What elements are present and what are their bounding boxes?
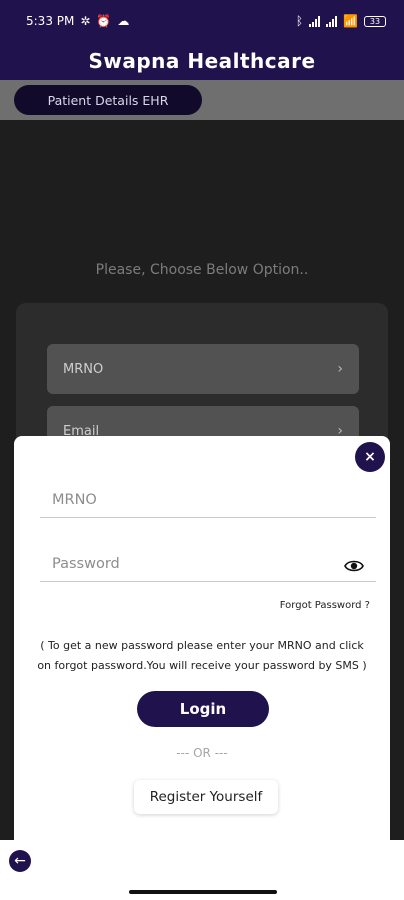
bluetooth-icon: ᛒ bbox=[295, 14, 304, 28]
eye-icon[interactable] bbox=[344, 558, 364, 574]
login-button[interactable]: Login bbox=[137, 691, 269, 727]
or-divider: --- OR --- bbox=[176, 746, 228, 760]
option-mrno-label: MRNO bbox=[63, 361, 104, 377]
register-button-label: Register Yourself bbox=[149, 789, 263, 805]
bottom-bar: ← bbox=[0, 840, 404, 900]
app-title: Swapna Healthcare bbox=[88, 49, 316, 73]
close-button[interactable]: × bbox=[355, 442, 385, 472]
home-indicator[interactable] bbox=[129, 890, 277, 894]
password-info-text: ( To get a new password please enter you… bbox=[37, 639, 367, 672]
status-bar: 5:33 PM ✲ ⏰ ☁ ᛒ 📶 33 bbox=[0, 0, 404, 42]
status-right: ᛒ 📶 33 bbox=[296, 15, 386, 27]
cloud-icon: ☁ bbox=[117, 14, 130, 28]
app-header: Swapna Healthcare bbox=[0, 42, 404, 80]
login-button-label: Login bbox=[179, 700, 227, 718]
signal-icon bbox=[309, 15, 321, 27]
signal-icon-2 bbox=[326, 15, 338, 27]
choose-option-text: Please, Choose Below Option.. bbox=[95, 262, 309, 278]
login-modal: × Forgot Password ? ( To get a new passw… bbox=[14, 436, 390, 846]
chevron-right-icon: › bbox=[337, 361, 343, 377]
wifi-icon: 📶 bbox=[343, 14, 358, 28]
ehr-pill-label: Patient Details EHR bbox=[47, 92, 169, 108]
status-time: 5:33 PM bbox=[26, 14, 75, 28]
back-arrow-icon[interactable]: ← bbox=[9, 850, 31, 872]
option-mrno[interactable]: MRNO › bbox=[47, 344, 359, 394]
battery-icon: 33 bbox=[364, 15, 386, 27]
alarm-icon: ⏰ bbox=[96, 14, 112, 28]
mrno-input[interactable] bbox=[40, 482, 376, 518]
patient-details-ehr-tab[interactable]: Patient Details EHR bbox=[14, 85, 202, 115]
status-left: 5:33 PM ✲ ⏰ ☁ bbox=[26, 14, 129, 28]
close-icon: × bbox=[364, 449, 376, 465]
hashtag-icon: ✲ bbox=[80, 14, 91, 28]
register-yourself-button[interactable]: Register Yourself bbox=[134, 780, 278, 814]
password-input[interactable] bbox=[40, 546, 376, 582]
forgot-password-link[interactable]: Forgot Password ? bbox=[224, 600, 370, 611]
